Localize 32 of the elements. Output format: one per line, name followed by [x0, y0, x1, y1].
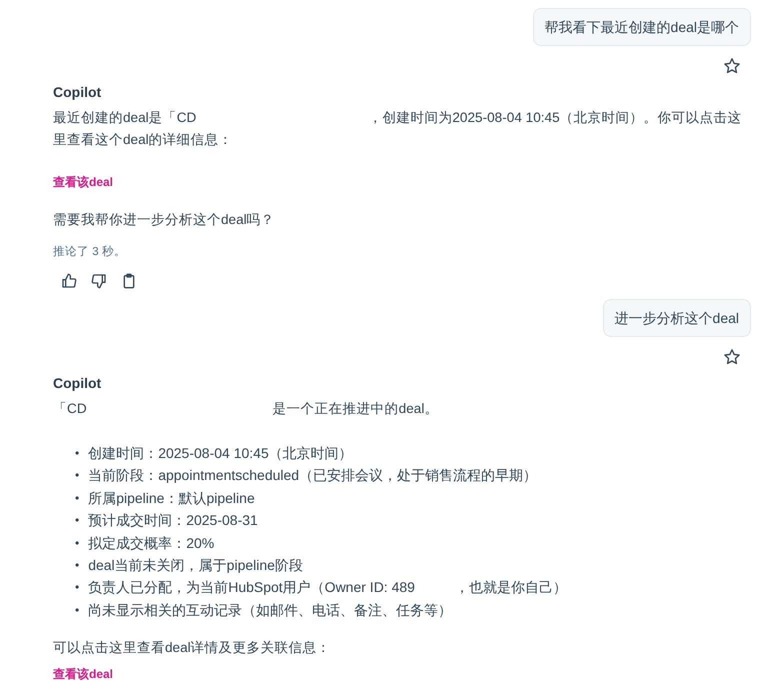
- list-item: deal当前未关闭，属于pipeline阶段: [88, 556, 303, 576]
- author-name: Copilot: [53, 83, 102, 102]
- list-item: 负责人已分配，为当前HubSpot用户（Owner ID: 489 ，也就是你自己）: [88, 578, 567, 598]
- thumbs-up-icon[interactable]: [61, 273, 77, 289]
- paragraph: 需要我帮你进一步分析这个deal吗？: [53, 211, 276, 229]
- user-message: 帮我看下最近创建的deal是哪个: [532, 8, 751, 46]
- bullet: •: [75, 557, 80, 574]
- thumbs-down-icon[interactable]: [91, 273, 107, 289]
- user-message: 进一步分析这个deal: [602, 299, 751, 337]
- bullet: •: [75, 534, 80, 552]
- list-item: 创建时间：2025-08-04 10:45（北京时间）: [88, 444, 353, 463]
- bullet: •: [75, 445, 80, 462]
- star-icon[interactable]: [723, 348, 741, 366]
- paragraph: 最近创建的deal是「CD ，创建时间为2025-08-04 10:45（北京时间）。你可以点击这里查看这个deal的详细信息：: [53, 109, 743, 149]
- list-item: 当前阶段：appointmentscheduled（已安排会议，处于销售流程的早期）: [88, 466, 538, 486]
- reasoning-time: 推论了 3 秒。: [53, 244, 126, 260]
- bullet: •: [75, 467, 80, 484]
- bullet: •: [75, 490, 80, 507]
- view-deal-link[interactable]: 查看该deal: [53, 173, 114, 191]
- paragraph: 可以点击这里查看deal详情及更多关联信息：: [53, 639, 332, 658]
- list-item: 预计成交时间：2025-08-31: [88, 511, 258, 530]
- list-item: 尚未显示相关的互动记录（如邮件、电话、备注、任务等）: [88, 600, 452, 620]
- author-name: Copilot: [53, 374, 102, 393]
- list-item: 所属pipeline：默认pipeline: [88, 488, 255, 508]
- star-icon[interactable]: [723, 57, 741, 75]
- bullet: •: [75, 579, 80, 596]
- view-deal-link[interactable]: 查看该deal: [53, 665, 114, 684]
- paragraph: 「CD 是一个正在推进中的deal。: [53, 400, 440, 418]
- bullet: •: [75, 512, 80, 530]
- clipboard-icon[interactable]: [121, 273, 137, 289]
- bullet: •: [75, 602, 80, 619]
- list-item: 拟定成交概率：20%: [88, 534, 214, 553]
